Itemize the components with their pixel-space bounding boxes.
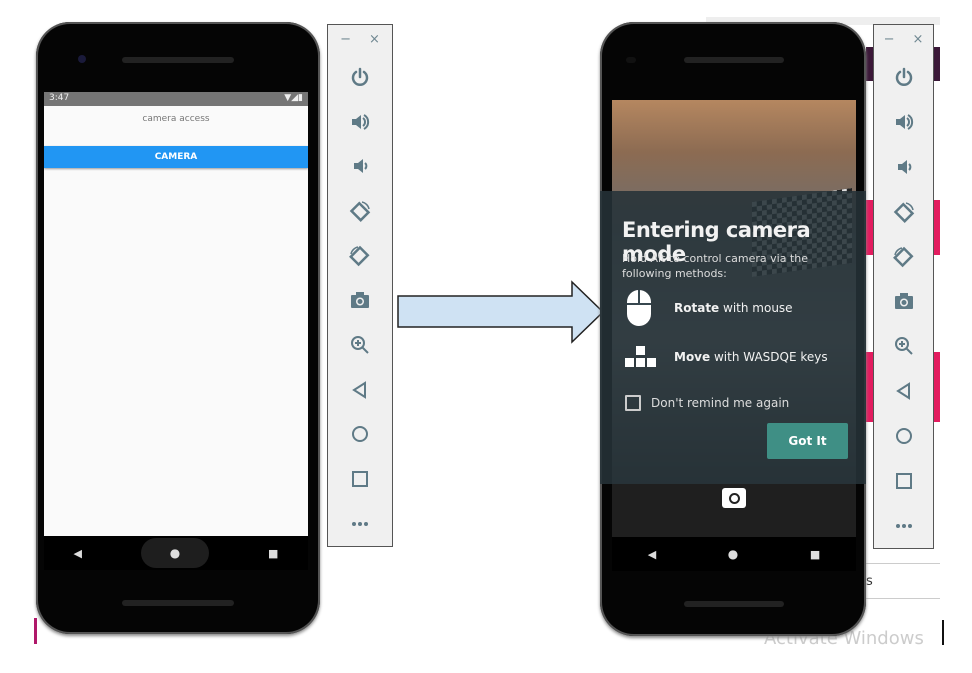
app-label: camera access — [142, 114, 210, 124]
earpiece — [122, 57, 234, 63]
background-mark — [34, 618, 37, 644]
camera-shutter-button[interactable] — [722, 488, 746, 508]
home-icon — [895, 427, 912, 444]
back-button[interactable] — [889, 369, 919, 414]
left-phone: 3:47 ▼◢▮ camera access CAMERA ◀ ● ■ — [36, 22, 320, 634]
more-button[interactable] — [345, 501, 375, 546]
camera-button[interactable]: CAMERA — [44, 146, 308, 168]
toolbar-window-controls: − × — [884, 25, 924, 55]
left-nav-bar: ◀ ● ■ — [44, 536, 308, 570]
arrow — [397, 280, 605, 344]
overview-button[interactable]: ■ — [268, 547, 278, 560]
overview-button[interactable] — [889, 458, 919, 503]
toolbar-window-controls: − × — [340, 25, 380, 55]
home-button[interactable]: ● — [728, 547, 738, 561]
status-bar: 3:47 ▼◢▮ — [44, 92, 308, 106]
overview-icon — [895, 472, 912, 489]
close-button[interactable]: × — [369, 32, 380, 47]
overview-button[interactable] — [345, 457, 375, 502]
dialog-description: Hold Alt to control camera via the follo… — [622, 252, 808, 280]
bottom-speaker — [684, 601, 784, 607]
camera-button[interactable] — [889, 279, 919, 324]
left-screen: 3:47 ▼◢▮ camera access CAMERA — [44, 92, 308, 536]
dont-remind-checkbox[interactable] — [625, 395, 641, 411]
front-camera — [626, 57, 636, 63]
back-button[interactable] — [345, 367, 375, 412]
method-rotate: Rotate with mouse — [626, 289, 793, 327]
mouse-icon — [627, 290, 651, 326]
close-button[interactable]: × — [913, 32, 924, 47]
emulator-toolbar-right: − × — [873, 24, 934, 549]
method-move: Move with WASDQE keys — [625, 346, 828, 368]
right-nav-bar: ◀ ● ■ — [612, 537, 856, 571]
earpiece — [684, 57, 784, 63]
overview-button[interactable]: ■ — [810, 548, 820, 561]
rotate-right-icon — [892, 246, 914, 267]
more-button[interactable] — [889, 503, 919, 548]
minimize-button[interactable]: − — [340, 32, 351, 47]
camera-icon — [894, 293, 913, 310]
camera-icon — [351, 292, 369, 309]
home-icon — [352, 426, 368, 443]
volume-up-button[interactable] — [889, 100, 919, 145]
more-icon — [895, 523, 912, 528]
volume-down-icon — [897, 159, 911, 174]
background-divider — [866, 598, 940, 599]
power-icon — [351, 67, 369, 87]
front-camera — [78, 55, 86, 63]
text-cursor — [942, 620, 944, 645]
emulator-toolbar-left: − × — [327, 24, 393, 547]
got-it-button[interactable]: Got It — [767, 423, 848, 459]
back-button[interactable]: ◀ — [648, 548, 656, 561]
camera-button[interactable] — [345, 278, 375, 323]
home-button[interactable] — [889, 414, 919, 459]
background-divider — [866, 563, 940, 564]
minimize-button[interactable]: − — [884, 32, 895, 47]
status-icons: ▼◢▮ — [284, 93, 303, 103]
volume-down-icon — [354, 159, 368, 174]
rotate-left-button[interactable] — [345, 189, 375, 234]
method-bold: Move — [674, 350, 711, 364]
volume-up-icon — [895, 114, 913, 130]
status-time: 3:47 — [49, 93, 70, 103]
keys-icon — [625, 346, 656, 367]
rotate-right-icon — [349, 245, 370, 266]
camera-mode-dialog: Entering camera mode Hold Alt to control… — [600, 191, 866, 484]
power-button[interactable] — [889, 55, 919, 100]
rotate-left-icon — [893, 202, 914, 223]
checkbox-label: Don't remind me again — [651, 396, 790, 410]
rotate-right-button[interactable] — [889, 234, 919, 279]
rotate-left-icon — [349, 201, 371, 223]
rotate-right-button[interactable] — [345, 233, 375, 278]
power-button[interactable] — [345, 55, 375, 100]
volume-up-icon — [352, 113, 370, 130]
method-bold: Rotate — [674, 301, 720, 315]
back-icon — [895, 382, 910, 400]
camera-icon — [728, 492, 740, 504]
zoom-button[interactable] — [889, 324, 919, 369]
power-icon — [895, 68, 912, 87]
more-icon — [352, 521, 368, 526]
method-text: with mouse — [719, 301, 793, 315]
bottom-speaker — [122, 600, 234, 606]
volume-down-button[interactable] — [889, 145, 919, 190]
overview-icon — [352, 471, 368, 487]
background-text: s — [866, 574, 873, 589]
zoom-button[interactable] — [345, 323, 375, 368]
home-button[interactable] — [345, 412, 375, 457]
volume-down-button[interactable] — [345, 144, 375, 189]
home-button[interactable]: ● — [141, 538, 210, 568]
volume-up-button[interactable] — [345, 99, 375, 144]
rotate-left-button[interactable] — [889, 189, 919, 234]
back-icon — [352, 380, 366, 399]
method-text: with WASDQE keys — [710, 350, 828, 364]
zoom-icon — [894, 337, 913, 355]
dont-remind-checkbox-row[interactable]: Don't remind me again — [625, 395, 789, 411]
back-button[interactable]: ◀ — [74, 547, 82, 560]
zoom-icon — [351, 336, 369, 354]
